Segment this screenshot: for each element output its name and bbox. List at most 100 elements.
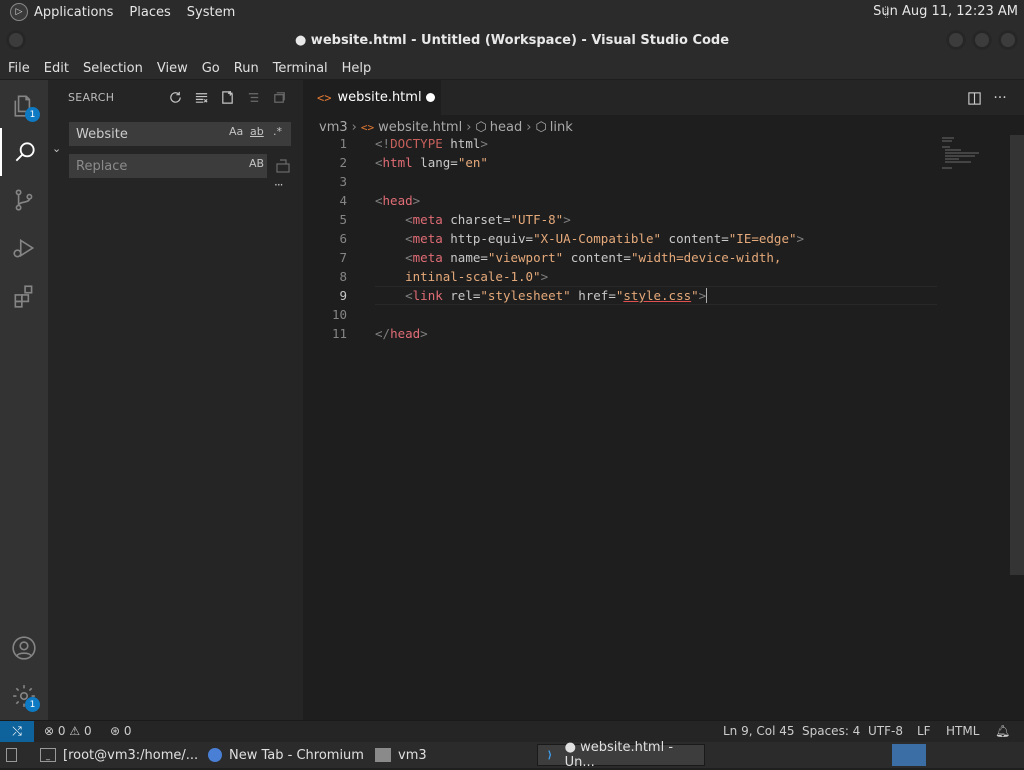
ports-count: 0 [123,724,132,738]
line-number: 8 [339,269,347,284]
whole-word-toggle[interactable]: ab [250,125,264,138]
chromium-icon [208,748,222,762]
files-icon[interactable]: 1 [0,82,48,130]
code-line-1: <!DOCTYPE html> [375,136,488,151]
menu-edit[interactable]: Edit [38,61,75,76]
menu-view[interactable]: View [151,61,194,76]
breadcrumb-link[interactable]: link [550,120,573,135]
code-line-8: intinal-scale-1.0"> [405,269,549,284]
taskbar-label: vm3 [398,747,427,763]
preserve-case-toggle[interactable]: AB [249,157,264,170]
taskbar-item-vscode[interactable]: ⟩ ● website.html - Un... [537,740,705,770]
problems-indicator[interactable]: ⊗ 0 ⚠ 0 [44,724,92,738]
menu-terminal[interactable]: Terminal [267,61,334,76]
new-search-editor-icon[interactable] [218,88,236,106]
close-button[interactable] [998,30,1018,50]
regex-toggle[interactable]: .* [273,125,282,138]
warning-icon: ⚠ [69,724,81,738]
status-bar: ⤭ ⊗ 0 ⚠ 0 ⊛ 0 Ln 9, Col 45 Spaces: 4 UTF… [0,720,1024,743]
search-icon[interactable] [0,128,48,176]
extensions-icon[interactable] [0,272,48,320]
more-options-icon[interactable]: ··· [274,178,284,192]
breadcrumb-head[interactable]: head [490,120,522,135]
maximize-button[interactable] [972,30,992,50]
show-desktop-icon[interactable] [2,744,24,766]
tab-website-html[interactable]: <> website.html [305,80,441,115]
minimize-button[interactable] [946,30,966,50]
ports-indicator[interactable]: ⊛ 0 [110,724,132,738]
replace-input[interactable] [76,158,216,174]
chevron-right-icon: › [466,119,472,135]
menu-places[interactable]: Places [129,5,170,20]
taskbar-label: [root@vm3:/home/... [63,747,199,763]
source-control-icon[interactable] [0,176,48,224]
breadcrumb-folder[interactable]: vm3 [319,120,348,135]
minimap[interactable] [940,135,1010,195]
menu-help[interactable]: Help [336,61,378,76]
tab-label: website.html [337,90,422,105]
clock[interactable]: Sun Aug 11, 12:23 AM [873,4,1018,19]
match-case-toggle[interactable]: Aa [229,125,243,138]
html-file-icon: <> [317,90,332,105]
breadcrumb-file[interactable]: website.html [378,120,462,135]
code-line-4: <head> [375,193,421,208]
end-of-line[interactable]: LF [917,724,931,738]
error-icon: ⊗ [44,724,55,738]
workspace-switcher[interactable] [892,744,926,766]
collapse-all-icon[interactable] [270,88,288,106]
split-editor-icon[interactable] [965,89,983,107]
refresh-icon[interactable] [166,88,184,106]
system-top-panel: ▷ Applications Places System Sun Aug 11,… [0,0,1024,24]
unsaved-dot-icon[interactable] [426,93,435,102]
line-number: 6 [339,231,347,246]
menu-applications[interactable]: Applications [34,5,113,20]
clear-results-icon[interactable] [192,88,210,106]
code-line-6: <meta http-equiv="X-UA-Compatible" conte… [405,231,805,246]
taskbar-label: New Tab - Chromium [229,747,364,763]
taskbar-item-files[interactable]: vm3 [371,744,531,766]
error-count: 0 [57,724,66,738]
taskbar-item-terminal[interactable]: _ [root@vm3:/home/... [36,744,201,766]
replace-all-icon[interactable] [275,158,291,174]
menu-go[interactable]: Go [196,61,226,76]
language-mode[interactable]: HTML [946,724,979,738]
view-as-tree-icon[interactable] [244,88,262,106]
chevron-right-icon: › [351,119,357,135]
menu-selection[interactable]: Selection [77,61,149,76]
breadcrumb-html-icon: <> [360,120,375,134]
menu-system[interactable]: System [187,5,235,20]
window-title: ● website.html - Untitled (Workspace) - … [294,33,730,48]
menu-run[interactable]: Run [228,61,265,76]
code-line-9: <link rel="stylesheet" href="style.css"> [375,288,715,303]
taskbar: _ [root@vm3:/home/... New Tab - Chromium… [0,740,1024,770]
terminal-icon: _ [40,748,56,762]
encoding[interactable]: UTF-8 [868,724,903,738]
line-number: 11 [331,326,347,341]
applications-logo-icon[interactable]: ▷ [10,3,28,21]
breadcrumb: vm3 › <> website.html › ⬡ head › ⬡ link [319,118,573,136]
more-actions-icon[interactable]: ··· [991,89,1009,107]
cursor-position[interactable]: Ln 9, Col 45 [723,724,795,738]
toggle-replace-chevron-icon[interactable]: ⌄ [52,142,64,156]
menu-bar: File Edit Selection View Go Run Terminal… [0,57,1024,79]
code-line-11: </head> [375,326,428,341]
taskbar-label: ● website.html - Un... [564,740,674,770]
line-number: 5 [339,212,347,227]
notifications-bell-icon[interactable]: 🔔︎ [995,724,1010,738]
editor-scrollbar[interactable] [1010,135,1024,575]
code-line-7: <meta name="viewport" content="width=dev… [405,250,782,265]
search-sidebar: SEARCH ⌄ Aa ab .* AB ··· [48,80,304,720]
menu-file[interactable]: File [2,61,36,76]
taskbar-item-chromium[interactable]: New Tab - Chromium [204,744,368,766]
indentation[interactable]: Spaces: 4 [802,724,860,738]
gear-icon[interactable]: 1 [0,672,48,720]
folder-icon [375,748,391,762]
line-number-current: 9 [339,288,347,303]
account-icon[interactable] [0,624,48,672]
line-number: 4 [339,193,347,208]
search-input[interactable] [76,126,216,142]
run-debug-icon[interactable] [0,224,48,272]
window-menu-button[interactable] [6,30,26,50]
line-number: 2 [339,155,347,170]
remote-indicator-icon[interactable]: ⤭ [0,720,34,743]
